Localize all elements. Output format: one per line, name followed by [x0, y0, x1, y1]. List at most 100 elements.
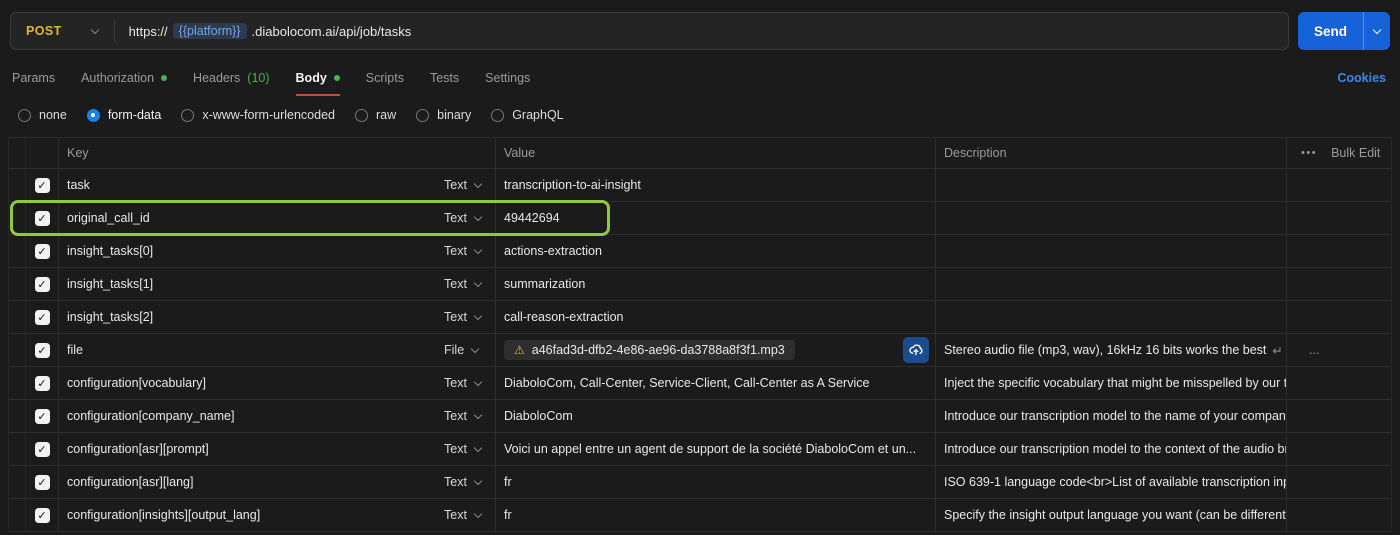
- type-select[interactable]: Text: [431, 169, 496, 201]
- table-row[interactable]: ✓ configuration[asr][prompt] Text Voici …: [9, 433, 1391, 466]
- row-checkbox[interactable]: ✓: [35, 442, 50, 457]
- select-all-cell[interactable]: [26, 138, 59, 168]
- key-cell[interactable]: configuration[company_name]: [59, 400, 431, 432]
- description-cell[interactable]: [936, 169, 1287, 201]
- radio-selected-icon[interactable]: [87, 109, 100, 122]
- value-cell[interactable]: fr: [496, 466, 936, 498]
- tab-scripts[interactable]: Scripts: [366, 60, 404, 96]
- value-cell[interactable]: DiaboloCom: [496, 400, 936, 432]
- more-options-icon[interactable]: •••: [1301, 147, 1317, 159]
- tab-authorization[interactable]: Authorization: [81, 60, 167, 96]
- table-row[interactable]: ✓ original_call_id Text 49442694: [9, 202, 1391, 235]
- description-cell[interactable]: [936, 235, 1287, 267]
- key-cell[interactable]: insight_tasks[0]: [59, 235, 431, 267]
- key-cell[interactable]: file: [59, 334, 431, 366]
- description-cell[interactable]: [936, 202, 1287, 234]
- value-cell[interactable]: transcription-to-ai-insight: [496, 169, 936, 201]
- radio-none[interactable]: none: [18, 108, 67, 122]
- cookies-link[interactable]: Cookies: [1337, 60, 1386, 96]
- method-selector[interactable]: POST: [11, 13, 114, 49]
- upload-file-button[interactable]: [903, 337, 929, 363]
- value-cell[interactable]: actions-extraction: [496, 235, 936, 267]
- radio-raw[interactable]: raw: [355, 108, 396, 122]
- tab-settings[interactable]: Settings: [485, 60, 530, 96]
- table-row[interactable]: ✓ insight_tasks[2] Text call-reason-extr…: [9, 301, 1391, 334]
- value-cell[interactable]: call-reason-extraction: [496, 301, 936, 333]
- key-cell[interactable]: insight_tasks[2]: [59, 301, 431, 333]
- key-cell[interactable]: configuration[asr][prompt]: [59, 433, 431, 465]
- radio-icon[interactable]: [416, 109, 429, 122]
- tab-params[interactable]: Params: [12, 60, 55, 96]
- type-select[interactable]: Text: [431, 367, 496, 399]
- value-cell[interactable]: summarization: [496, 268, 936, 300]
- tab-headers[interactable]: Headers (10): [193, 60, 269, 96]
- row-checkbox[interactable]: ✓: [35, 178, 50, 193]
- type-select[interactable]: Text: [431, 400, 496, 432]
- type-select[interactable]: Text: [431, 433, 496, 465]
- row-checkbox[interactable]: ✓: [35, 409, 50, 424]
- value-cell[interactable]: fr: [496, 499, 936, 531]
- key-cell[interactable]: configuration[insights][output_lang]: [59, 499, 431, 531]
- table-row[interactable]: ✓ configuration[asr][lang] Text fr ISO 6…: [9, 466, 1391, 499]
- radio-form-data[interactable]: form-data: [87, 108, 162, 122]
- gutter-cell: [9, 334, 26, 366]
- radio-icon[interactable]: [355, 109, 368, 122]
- description-cell[interactable]: Inject the specific vocabulary that migh…: [936, 367, 1287, 399]
- file-chip[interactable]: ⚠ a46fad3d-dfb2-4e86-ae96-da3788a8f3f1.m…: [504, 340, 795, 360]
- key-cell[interactable]: configuration[vocabulary]: [59, 367, 431, 399]
- bulk-edit-control[interactable]: ••• Bulk Edit: [1287, 138, 1391, 168]
- type-select[interactable]: Text: [431, 268, 496, 300]
- radio-graphql[interactable]: GraphQL: [491, 108, 563, 122]
- row-checkbox[interactable]: ✓: [35, 508, 50, 523]
- table-row[interactable]: ✓ configuration[insights][output_lang] T…: [9, 499, 1391, 532]
- value-cell[interactable]: Voici un appel entre un agent de support…: [496, 433, 936, 465]
- description-cell[interactable]: [936, 268, 1287, 300]
- description-cell[interactable]: Introduce our transcription model to the…: [936, 433, 1287, 465]
- key-cell[interactable]: insight_tasks[1]: [59, 268, 431, 300]
- description-cell[interactable]: Specify the insight output language you …: [936, 499, 1287, 531]
- row-checkbox[interactable]: ✓: [35, 211, 50, 226]
- description-cell[interactable]: ISO 639-1 language code<br>List of avail…: [936, 466, 1287, 498]
- radio-binary[interactable]: binary: [416, 108, 471, 122]
- url-input[interactable]: https:// {{platform}} .diabolocom.ai/api…: [115, 23, 426, 39]
- type-select[interactable]: Text: [431, 301, 496, 333]
- row-checkbox[interactable]: ✓: [35, 277, 50, 292]
- row-checkbox[interactable]: ✓: [35, 376, 50, 391]
- type-select[interactable]: Text: [431, 202, 496, 234]
- type-select[interactable]: Text: [431, 466, 496, 498]
- row-checkbox[interactable]: ✓: [35, 244, 50, 259]
- radio-icon[interactable]: [491, 109, 504, 122]
- tab-body[interactable]: Body: [296, 60, 340, 96]
- table-row[interactable]: ✓ file File ⚠ a46fad3d-dfb2-4e86-ae96-da…: [9, 334, 1391, 367]
- table-row[interactable]: ✓ configuration[vocabulary] Text Diabolo…: [9, 367, 1391, 400]
- url-variable-chip[interactable]: {{platform}}: [173, 23, 247, 39]
- row-checkbox[interactable]: ✓: [35, 310, 50, 325]
- description-cell[interactable]: Introduce our transcription model to the…: [936, 400, 1287, 432]
- type-select[interactable]: File: [431, 334, 496, 366]
- key-cell[interactable]: task: [59, 169, 431, 201]
- row-actions-cell: [1287, 301, 1391, 333]
- table-row[interactable]: ✓ task Text transcription-to-ai-insight: [9, 169, 1391, 202]
- send-options-button[interactable]: [1364, 12, 1390, 50]
- key-cell[interactable]: original_call_id: [59, 202, 431, 234]
- table-row[interactable]: ✓ insight_tasks[0] Text actions-extracti…: [9, 235, 1391, 268]
- tab-tests[interactable]: Tests: [430, 60, 459, 96]
- radio-icon[interactable]: [18, 109, 31, 122]
- row-checkbox[interactable]: ✓: [35, 475, 50, 490]
- send-button-label[interactable]: Send: [1298, 12, 1364, 50]
- send-button[interactable]: Send: [1298, 12, 1390, 50]
- type-select[interactable]: Text: [431, 235, 496, 267]
- table-row[interactable]: ✓ configuration[company_name] Text Diabo…: [9, 400, 1391, 433]
- value-cell[interactable]: 49442694: [496, 202, 936, 234]
- description-cell[interactable]: [936, 301, 1287, 333]
- value-cell[interactable]: DiaboloCom, Call-Center, Service-Client,…: [496, 367, 936, 399]
- key-cell[interactable]: configuration[asr][lang]: [59, 466, 431, 498]
- row-checkbox[interactable]: ✓: [35, 343, 50, 358]
- table-row[interactable]: ✓ insight_tasks[1] Text summarization: [9, 268, 1391, 301]
- description-cell[interactable]: Stereo audio file (mp3, wav), 16kHz 16 b…: [936, 334, 1287, 366]
- type-select[interactable]: Text: [431, 499, 496, 531]
- row-more-options[interactable]: ...: [1295, 343, 1319, 357]
- bulk-edit-label[interactable]: Bulk Edit: [1331, 146, 1380, 160]
- radio-x-www-form-urlencoded[interactable]: x-www-form-urlencoded: [181, 108, 335, 122]
- radio-icon[interactable]: [181, 109, 194, 122]
